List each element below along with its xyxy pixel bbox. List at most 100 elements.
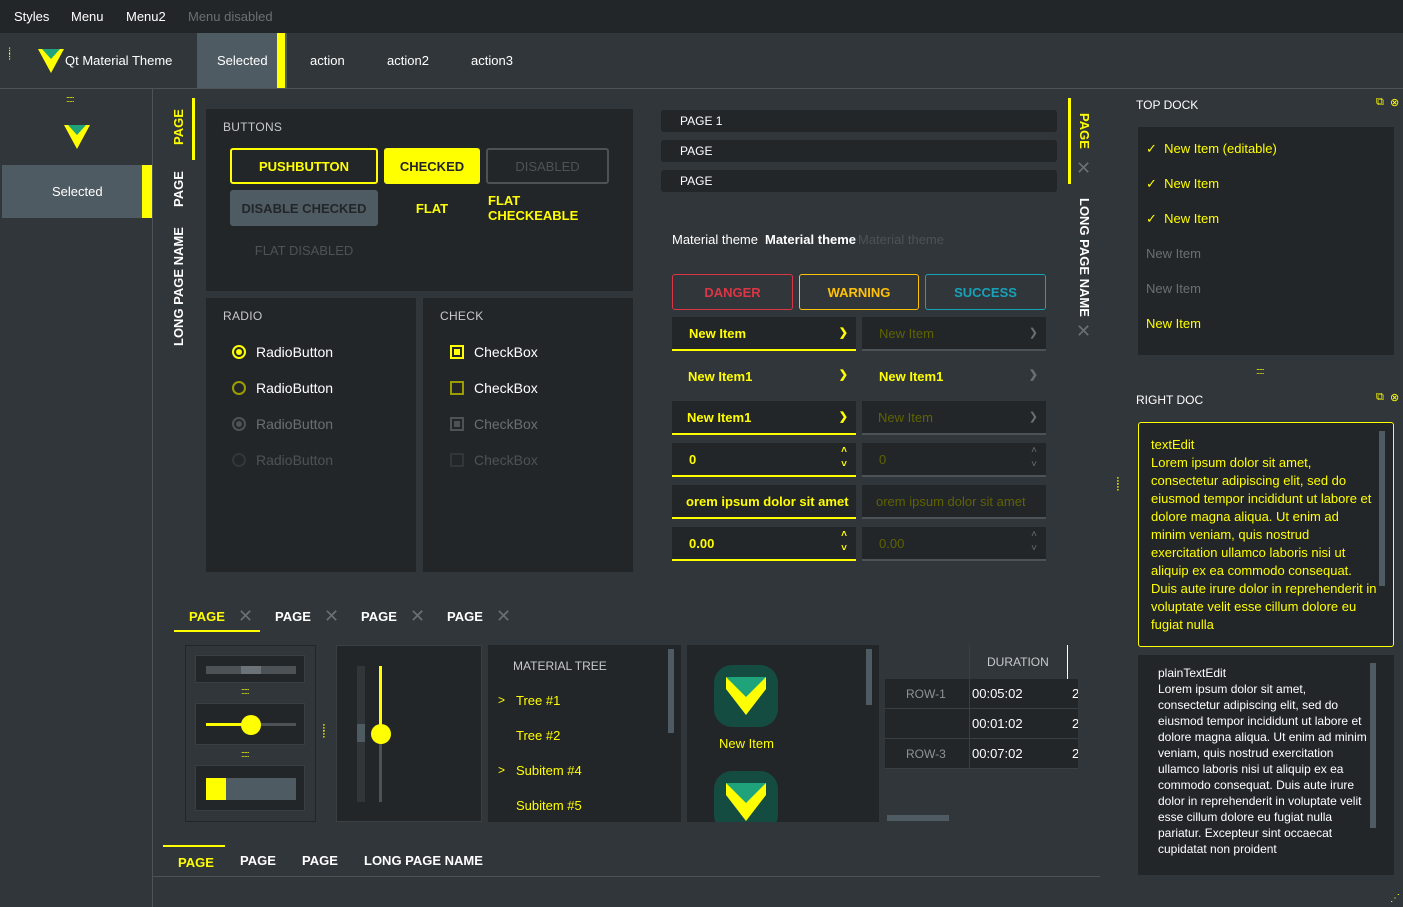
tree-item[interactable]: Subitem #4 <box>516 763 582 778</box>
scrollbar[interactable] <box>887 815 949 821</box>
table-row[interactable]: 00:01:02 2 <box>885 709 1078 739</box>
tree-item[interactable]: Tree #2 <box>516 728 560 743</box>
flat-checkeable-button[interactable]: FLAT CHECKEABLE <box>486 190 609 226</box>
horizontal-scrollbar[interactable] <box>195 655 305 683</box>
dock-float-icon[interactable]: ⧉ <box>1376 391 1384 404</box>
vertical-scrollbar[interactable] <box>357 666 365 802</box>
table-cell[interactable]: 00:07:02 <box>972 746 1023 761</box>
toolbox-page-2[interactable]: PAGE <box>661 140 1057 162</box>
table-cell[interactable]: 00:01:02 <box>972 716 1023 731</box>
close-icon[interactable]: ✕ <box>410 606 425 627</box>
table-cell[interactable]: 00:05:02 <box>972 686 1023 701</box>
left-tab-page-1[interactable]: PAGE <box>171 109 186 145</box>
scrollbar[interactable] <box>1370 663 1376 828</box>
tree-expand-icon[interactable]: > <box>498 763 505 777</box>
slider-handle[interactable] <box>241 715 261 735</box>
left-tab-page-2[interactable]: PAGE <box>171 171 186 207</box>
progress-bar <box>195 765 305 811</box>
splitter-icon[interactable]: ::::: <box>241 749 249 759</box>
table-row[interactable]: ROW-1 00:05:02 2 <box>885 679 1078 709</box>
danger-button[interactable]: DANGER <box>672 274 793 310</box>
bottom-tab-page-4[interactable]: PAGE <box>447 609 483 624</box>
success-button[interactable]: SUCCESS <box>925 274 1046 310</box>
spinbox-double[interactable]: 0.00 ˄ ˅ <box>672 527 856 561</box>
spin-arrows-icon[interactable]: ˄ ˅ <box>841 528 847 556</box>
left-grip-icon[interactable]: ::::: <box>66 94 74 104</box>
radio-button-2[interactable]: RadioButton <box>232 380 333 396</box>
bottom-tab-page-1[interactable]: PAGE <box>178 855 214 870</box>
table-cell[interactable]: 2 <box>1072 746 1078 761</box>
close-icon[interactable]: ✕ <box>496 606 511 627</box>
dock-resize-grip-icon[interactable]: ⁝ ⁝ <box>1116 475 1120 493</box>
list-item[interactable]: ✓ New Item <box>1146 211 1219 227</box>
toolbar-action2[interactable]: action2 <box>387 53 429 68</box>
checked-button[interactable]: CHECKED <box>384 148 480 184</box>
close-icon[interactable]: ✕ <box>1076 158 1091 179</box>
list-item-icon[interactable] <box>714 665 778 727</box>
right-tab-page[interactable]: PAGE <box>1077 113 1092 149</box>
combo-new-item1-flat[interactable]: New Item1 ❯ <box>672 359 856 393</box>
flat-button[interactable]: FLAT <box>384 190 480 226</box>
scroll-handle[interactable] <box>241 666 261 674</box>
bottom-tab-page-2[interactable]: PAGE <box>275 609 311 624</box>
combo-new-item1-flat-2[interactable]: New Item1 ❯ <box>862 359 1046 393</box>
menu-menu2[interactable]: Menu2 <box>126 9 166 24</box>
toolbar-grip-icon[interactable]: ⁝ ⁝ <box>8 47 11 63</box>
scroll-handle[interactable] <box>357 724 365 742</box>
menu-menu[interactable]: Menu <box>71 9 104 24</box>
bottom-tab-page-3[interactable]: PAGE <box>361 609 397 624</box>
right-tab-long-page-name[interactable]: LONG PAGE NAME <box>1077 198 1092 317</box>
spin-arrows-icon[interactable]: ˄ ˅ <box>841 444 847 472</box>
bottom-tab-page-1[interactable]: PAGE <box>189 609 225 624</box>
scrollbar[interactable] <box>668 649 674 733</box>
toolbar-action3[interactable]: action3 <box>471 53 513 68</box>
table-cell[interactable]: 2 <box>1072 716 1078 731</box>
dock-float-icon[interactable]: ⧉ <box>1376 96 1384 109</box>
table-cell[interactable]: 2 <box>1072 686 1078 701</box>
toolbox-page-3[interactable]: PAGE <box>661 170 1057 192</box>
tree-item[interactable]: Tree #1 <box>516 693 560 708</box>
close-icon[interactable]: ✕ <box>324 606 339 627</box>
text-edit[interactable]: textEdit Lorem ipsum dolor sit amet, con… <box>1138 422 1394 647</box>
bottom-tab-page-3[interactable]: PAGE <box>302 853 338 868</box>
dock-splitter-icon[interactable]: ::::: <box>1256 366 1264 376</box>
spinbox-int[interactable]: 0 ˄ ˅ <box>672 443 856 477</box>
checkbox-2[interactable]: CheckBox <box>450 380 538 396</box>
tree-item[interactable]: Subitem #5 <box>516 798 582 813</box>
toolbar-action[interactable]: action <box>310 53 345 68</box>
resize-grip-icon[interactable]: ⋰ <box>1390 893 1400 904</box>
list-item[interactable]: ✓ New Item (editable) <box>1146 141 1277 157</box>
dock-close-icon[interactable]: ⊗ <box>1390 391 1399 404</box>
checkbox-1[interactable]: CheckBox <box>450 344 538 360</box>
pushbutton[interactable]: PUSHBUTTON <box>230 148 378 184</box>
table-row[interactable]: ROW-3 00:07:02 2 <box>885 739 1078 769</box>
material-label-disabled: Material theme <box>858 232 944 247</box>
toolbar-selected-button[interactable]: Selected <box>197 33 287 88</box>
horizontal-slider[interactable] <box>195 703 305 745</box>
plain-text-edit[interactable]: plainTextEdit Lorem ipsum dolor sit amet… <box>1138 655 1394 875</box>
splitter-icon[interactable]: ::::: <box>241 686 249 696</box>
dock-close-icon[interactable]: ⊗ <box>1390 96 1399 109</box>
vslider-handle[interactable] <box>371 724 391 744</box>
combo-new-item1[interactable]: New Item1 ❯ <box>672 401 856 435</box>
toolbox-page-1[interactable]: PAGE 1 <box>661 110 1057 132</box>
list-item[interactable]: ✓ New Item <box>1146 176 1219 192</box>
splitter-icon[interactable]: ⁝ ⁝ <box>322 722 326 740</box>
combo-new-item[interactable]: New Item ❯ <box>672 317 856 351</box>
list-item[interactable]: New Item <box>1146 316 1201 331</box>
bottom-tab-page-2[interactable]: PAGE <box>240 853 276 868</box>
menu-styles[interactable]: Styles <box>14 9 49 24</box>
radio-button-1[interactable]: RadioButton <box>232 344 333 360</box>
table-column-header[interactable]: DURATION <box>987 655 1049 669</box>
close-icon[interactable]: ✕ <box>238 606 253 627</box>
bottom-tab-long-page-name[interactable]: LONG PAGE NAME <box>364 853 483 868</box>
tree-expand-icon[interactable]: > <box>498 693 505 707</box>
list-item-icon[interactable] <box>714 771 778 822</box>
left-tab-long-page-name[interactable]: LONG PAGE NAME <box>171 227 186 346</box>
warning-button[interactable]: WARNING <box>799 274 919 310</box>
close-icon[interactable]: ✕ <box>1076 321 1091 342</box>
left-selected-button[interactable]: Selected <box>2 165 152 218</box>
line-edit[interactable]: orem ipsum dolor sit amet <box>672 485 856 519</box>
scrollbar[interactable] <box>1379 431 1385 586</box>
scrollbar[interactable] <box>866 649 872 705</box>
